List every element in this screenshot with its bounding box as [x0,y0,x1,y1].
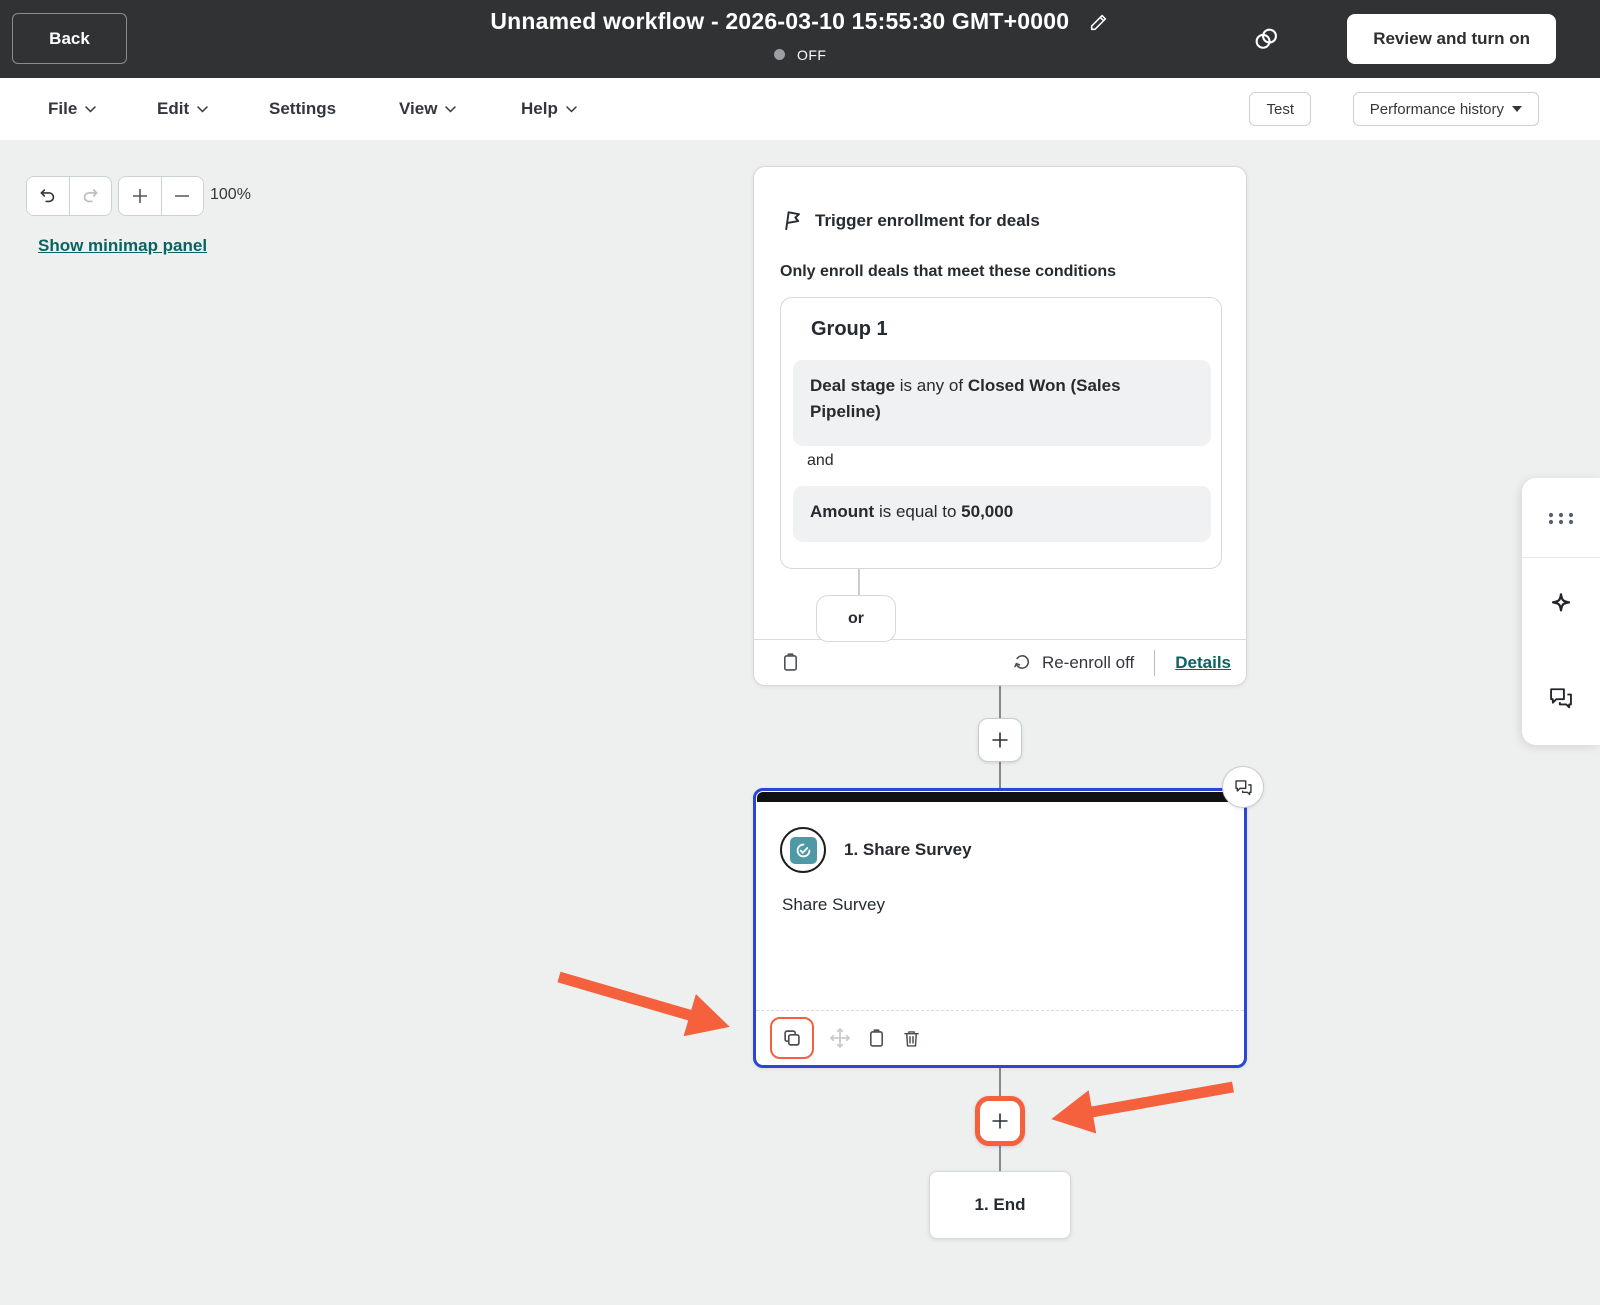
menu-help[interactable]: Help [521,78,577,140]
undo-redo-group [26,176,112,216]
workflow-canvas[interactable]: 100% Show minimap panel Trigger enrollme… [0,140,1600,1305]
or-connector-stub [858,569,860,597]
connector-line [999,686,1001,718]
condition-field: Amount [810,502,875,521]
caret-down-icon [1512,106,1522,112]
condition-joiner: and [807,452,834,469]
action-card-share-survey[interactable]: 1. Share Survey Share Survey [753,788,1247,1068]
trigger-card-title: Trigger enrollment for deals [815,210,1040,230]
panel-ai-button[interactable] [1522,558,1600,651]
zoom-in-button[interactable] [119,177,161,215]
re-enroll-icon [1014,655,1029,669]
status-badge: OFF [796,46,827,63]
clipboard-icon[interactable] [866,1028,887,1049]
details-link[interactable]: Details [1175,653,1231,673]
move-icon [828,1026,852,1050]
chevron-down-icon [197,105,208,113]
app-icon-circle [780,827,826,873]
zoom-out-button[interactable] [160,177,203,215]
condition-pill-amount[interactable]: Amount is equal to 50,000 [793,486,1211,542]
menu-view[interactable]: View [399,78,457,140]
test-button[interactable]: Test [1249,92,1311,126]
trigger-card-footer: Re-enroll off Details [754,639,1246,685]
add-action-button-highlighted[interactable] [975,1096,1025,1146]
menu-settings[interactable]: Settings [269,78,336,140]
condition-group[interactable]: Group 1 Deal stage is any of Closed Won … [780,297,1222,569]
insert-action-button[interactable] [978,718,1022,762]
action-card-header: 1. Share Survey [780,827,972,873]
chevron-down-icon [566,105,577,113]
footer-divider [1154,649,1156,676]
copy-action-highlight[interactable] [770,1017,814,1059]
right-tool-panel [1522,478,1600,745]
chevron-down-icon [445,105,457,113]
chevron-down-icon [85,105,97,113]
connector-line [999,1068,1001,1096]
performance-history-button[interactable]: Performance history [1352,92,1539,126]
copy-icon [784,1030,800,1046]
re-enroll-status: Re-enroll off [1041,652,1135,672]
menu-view-label: View [399,99,438,118]
comments-icon [1550,687,1572,708]
show-minimap-link[interactable]: Show minimap panel [38,236,207,256]
trigger-footer-right: Re-enroll off Details [1011,649,1231,676]
review-and-turn-on-button[interactable]: Review and turn on [1347,14,1556,64]
zoom-level: 100% [210,186,251,203]
menu-file[interactable]: File [48,78,97,140]
test-button-label: Test [1266,100,1294,118]
plus-icon [992,1113,1008,1129]
zoom-group [118,176,204,216]
end-card[interactable]: 1. End [929,1171,1071,1239]
action-card-description: Share Survey [782,895,885,914]
menu-settings-label: Settings [269,99,337,118]
trigger-conditions-subtitle: Only enroll deals that meet these condit… [780,263,1117,280]
top-bar: Back Unnamed workflow - 2026-03-10 15:55… [0,0,1600,78]
menu-help-label: Help [521,99,558,118]
menu-edit-label: Edit [157,99,190,118]
end-card-label: 1. End [974,1195,1026,1214]
workflow-title: Unnamed workflow - 2026-03-10 15:55:30 G… [490,8,1070,34]
condition-field: Deal stage [810,376,896,395]
comments-icon [1234,779,1252,795]
edit-title-icon[interactable] [1088,11,1110,33]
menu-bar: File Edit Settings View Help Test Perfor… [0,78,1600,140]
panel-apps-button[interactable] [1522,478,1600,558]
menu-file-label: File [48,99,78,118]
card-selection-bar [757,792,1243,802]
trigger-card[interactable]: Trigger enrollment for deals Only enroll… [753,166,1247,686]
redo-button[interactable] [68,177,111,215]
performance-history-label: Performance history [1369,100,1504,118]
menu-edit[interactable]: Edit [157,78,208,140]
status-dot [773,49,785,61]
trigger-card-header: Trigger enrollment for deals [780,209,1040,232]
action-card-title: 1. Share Survey [844,840,972,859]
clipboard-icon[interactable] [780,652,801,673]
condition-group-title: Group 1 [811,318,888,340]
action-card-toolbar [756,1010,1244,1065]
annotation-arrow-add [1051,1081,1234,1134]
survey-app-icon [789,836,817,864]
panel-comments-button[interactable] [1522,651,1600,744]
undo-button[interactable] [27,177,69,215]
or-condition-button[interactable]: or [816,595,896,642]
condition-value: 50,000 [961,502,1014,521]
condition-pill-deal-stage[interactable]: Deal stage is any of Closed Won (Sales P… [793,360,1211,446]
grid-dots-icon [1548,512,1574,524]
workflow-editor: Back Unnamed workflow - 2026-03-10 15:55… [0,0,1600,1305]
annotation-arrow-copy [557,971,730,1037]
trash-icon[interactable] [901,1028,922,1049]
link-icon[interactable] [1252,25,1280,53]
plus-icon [992,732,1008,748]
sparkle-icon [1551,592,1571,611]
condition-operator: is any of [895,376,968,395]
flag-icon [785,211,800,231]
connector-line [999,1146,1001,1171]
comment-button[interactable] [1222,766,1264,808]
condition-operator: is equal to [874,502,962,521]
connector-line [999,762,1001,788]
